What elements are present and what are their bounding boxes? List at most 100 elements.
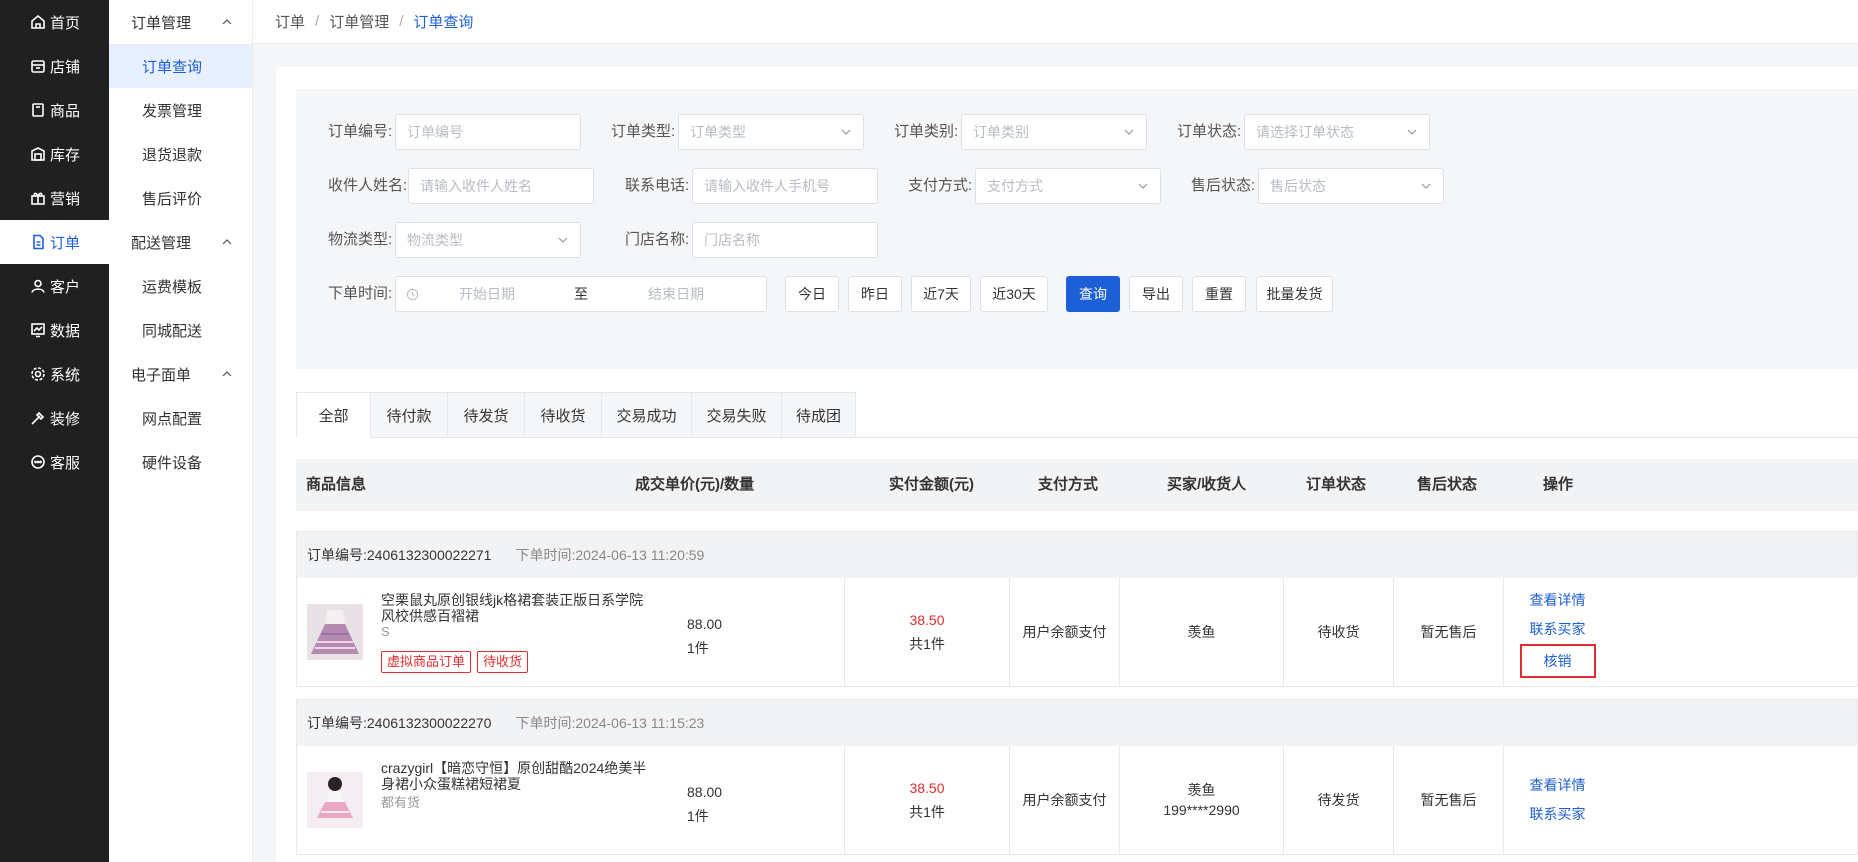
- order-type-label: 订单类型:: [611, 123, 676, 140]
- nav-item-marketing[interactable]: 营销: [0, 176, 109, 220]
- chevron-down-icon: [1138, 183, 1148, 189]
- order-header: 订单编号:2406132300022271 下单时间:2024-06-13 11…: [297, 532, 1857, 578]
- col-price-qty: 成交单价(元)/数量: [635, 476, 755, 493]
- breadcrumb-item[interactable]: 订单管理: [329, 11, 389, 32]
- status-tabs: 全部 待付款 待发货 待收货 交易成功 交易失败 待成团: [296, 392, 1858, 438]
- tab-all[interactable]: 全部: [296, 392, 370, 438]
- export-button[interactable]: 导出: [1129, 276, 1183, 312]
- tab-pending-receipt[interactable]: 待收货: [524, 392, 601, 438]
- pay-method-select[interactable]: 支付方式: [975, 168, 1161, 204]
- unit-price-qty: 88.00 1件: [687, 612, 722, 660]
- chat-icon: [31, 455, 45, 469]
- subnav-group-e-waybill[interactable]: 电子面单: [109, 352, 252, 396]
- subnav-item-freight-template[interactable]: 运费模板: [109, 264, 252, 308]
- subnav-group-order-mgmt[interactable]: 订单管理: [109, 0, 252, 44]
- batch-ship-button[interactable]: 批量发货: [1256, 276, 1333, 312]
- phone-input[interactable]: 请输入收件人手机号: [692, 168, 878, 204]
- view-details-link[interactable]: 查看详情: [1530, 586, 1586, 615]
- contact-buyer-link[interactable]: 联系买家: [1530, 800, 1586, 829]
- store-name-input[interactable]: 门店名称: [692, 222, 878, 258]
- nav-item-label: 装修: [50, 410, 81, 428]
- clock-icon: [406, 288, 419, 301]
- nav-item-service[interactable]: 客服: [0, 440, 109, 484]
- breadcrumb-item[interactable]: 订单: [275, 11, 305, 32]
- buyer-name[interactable]: 羡鱼: [1188, 780, 1216, 800]
- order-type-select[interactable]: 订单类型: [678, 114, 864, 150]
- order-no-input[interactable]: 订单编号: [395, 114, 581, 150]
- tab-success[interactable]: 交易成功: [601, 392, 691, 438]
- nav-item-store[interactable]: 店铺: [0, 44, 109, 88]
- col-paid: 实付金额(元): [889, 476, 974, 493]
- chevron-down-icon: [1421, 183, 1431, 189]
- order-category-select[interactable]: 订单类别: [961, 114, 1147, 150]
- nav-item-goods[interactable]: 商品: [0, 88, 109, 132]
- query-button[interactable]: 查询: [1066, 276, 1120, 312]
- buyer-name[interactable]: 羡鱼: [1188, 622, 1216, 642]
- order-time-label: 下单时间:: [328, 285, 393, 302]
- order-time-range[interactable]: 开始日期 至 结束日期: [395, 276, 767, 312]
- pay-method-cell: 用户余额支付: [1009, 578, 1119, 686]
- paid-count: 共1件: [909, 804, 945, 820]
- contact-buyer-link[interactable]: 联系买家: [1530, 615, 1586, 644]
- order-category-placeholder: 订单类别: [973, 124, 1029, 140]
- chevron-down-icon: [1407, 129, 1417, 135]
- breadcrumb-separator: /: [315, 13, 320, 30]
- chevron-up-icon: [222, 371, 232, 377]
- main-sidebar: 首页 店铺 商品 库存 营销 订单 客户 数据 系统 装修 客服: [0, 0, 109, 862]
- today-button[interactable]: 今日: [785, 276, 839, 312]
- nav-item-customers[interactable]: 客户: [0, 264, 109, 308]
- subnav-item-outlet-config[interactable]: 网点配置: [109, 396, 252, 440]
- subnav-group-delivery[interactable]: 配送管理: [109, 220, 252, 264]
- status-tag: 待收货: [477, 651, 529, 673]
- subnav-item-refund[interactable]: 退货退款: [109, 132, 252, 176]
- verify-button[interactable]: 核销: [1519, 644, 1596, 678]
- aftersale-status-select[interactable]: 售后状态: [1258, 168, 1444, 204]
- chart-icon: [31, 323, 45, 338]
- product-sku: 都有货: [381, 795, 421, 810]
- tab-pending-shipment[interactable]: 待发货: [447, 392, 524, 438]
- aftersale-cell: 暂无售后: [1393, 746, 1503, 854]
- sub-sidebar: 订单管理 订单查询 发票管理 退货退款 售后评价 配送管理 运费模板 同城配送 …: [109, 0, 253, 862]
- subnav-item-order-query[interactable]: 订单查询: [109, 44, 252, 88]
- end-date-placeholder[interactable]: 结束日期: [648, 277, 704, 311]
- order-status: 待收货: [1317, 624, 1360, 640]
- inventory-icon: [31, 147, 45, 161]
- app-root: 首页 店铺 商品 库存 营销 订单 客户 数据 系统 装修 客服 订单管理 订单…: [0, 0, 1858, 862]
- nav-item-label: 系统: [50, 366, 81, 384]
- subnav-item-local-delivery[interactable]: 同城配送: [109, 308, 252, 352]
- nav-item-inventory[interactable]: 库存: [0, 132, 109, 176]
- order-number: 订单编号:2406132300022271: [307, 547, 492, 563]
- nav-item-label: 数据: [50, 322, 81, 340]
- last-7-days-button[interactable]: 近7天: [911, 276, 971, 312]
- pay-method-label: 支付方式:: [908, 177, 973, 194]
- nav-item-label: 店铺: [50, 58, 81, 76]
- subnav-item-hardware[interactable]: 硬件设备: [109, 440, 252, 484]
- goods-icon: [32, 103, 44, 117]
- nav-item-label: 商品: [50, 102, 81, 120]
- start-date-placeholder[interactable]: 开始日期: [459, 277, 515, 311]
- yesterday-button[interactable]: 昨日: [848, 276, 902, 312]
- tab-group-pending[interactable]: 待成团: [781, 392, 856, 438]
- product-thumbnail[interactable]: [307, 604, 363, 660]
- tab-failed[interactable]: 交易失败: [691, 392, 781, 438]
- last-30-days-button[interactable]: 近30天: [980, 276, 1048, 312]
- product-name[interactable]: crazygirl【暗恋守恒】原创甜酷2024绝美半身裙小众蛋糕裙短裙夏: [381, 760, 651, 792]
- order-status-select[interactable]: 请选择订单状态: [1244, 114, 1430, 150]
- subnav-item-invoice[interactable]: 发票管理: [109, 88, 252, 132]
- subnav-item-review[interactable]: 售后评价: [109, 176, 252, 220]
- nav-item-data[interactable]: 数据: [0, 308, 109, 352]
- nav-item-system[interactable]: 系统: [0, 352, 109, 396]
- nav-item-orders[interactable]: 订单: [0, 220, 109, 264]
- nav-item-home[interactable]: 首页: [0, 0, 109, 44]
- view-details-link[interactable]: 查看详情: [1530, 771, 1586, 800]
- tab-pending-payment[interactable]: 待付款: [370, 392, 447, 438]
- breadcrumb: 订单 / 订单管理 / 订单查询: [253, 0, 1858, 44]
- reset-button[interactable]: 重置: [1192, 276, 1246, 312]
- receiver-name-input[interactable]: 请输入收件人姓名: [408, 168, 594, 204]
- order-status-placeholder: 请选择订单状态: [1256, 124, 1354, 140]
- nav-item-decoration[interactable]: 装修: [0, 396, 109, 440]
- product-thumbnail[interactable]: [307, 772, 363, 828]
- nav-item-label: 库存: [50, 146, 81, 164]
- logistics-type-select[interactable]: 物流类型: [395, 222, 581, 258]
- product-name[interactable]: 空栗鼠丸原创银线jk格裙套装正版日系学院风校供感百褶裙: [381, 592, 651, 624]
